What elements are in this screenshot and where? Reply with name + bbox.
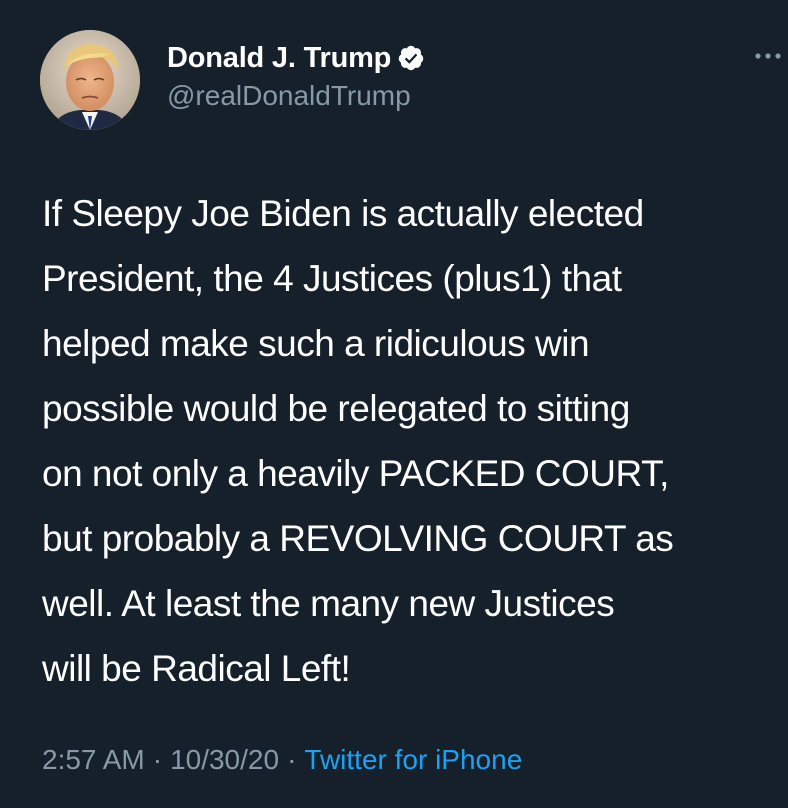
tweet-card: Donald J. Trump @realDonaldTrump If Slee… xyxy=(0,0,788,808)
author-handle[interactable]: @realDonaldTrump xyxy=(167,80,411,112)
author-display-name[interactable]: Donald J. Trump xyxy=(167,42,391,75)
author-name-row[interactable]: Donald J. Trump xyxy=(167,40,425,76)
verified-badge-icon xyxy=(397,44,425,72)
more-options-icon[interactable] xyxy=(752,46,784,66)
meta-separator: · xyxy=(152,744,163,775)
tweet-date[interactable]: 10/30/20 xyxy=(170,744,279,775)
tweet-metadata: 2:57 AM · 10/30/20 · Twitter for iPhone xyxy=(42,740,522,780)
avatar-image xyxy=(40,30,140,130)
tweet-time[interactable]: 2:57 AM xyxy=(42,744,145,775)
meta-separator: · xyxy=(287,744,297,775)
tweet-text: If Sleepy Joe Biden is actually elected … xyxy=(42,193,674,689)
tweet-source-link[interactable]: Twitter for iPhone xyxy=(304,744,522,775)
avatar[interactable] xyxy=(40,30,140,130)
